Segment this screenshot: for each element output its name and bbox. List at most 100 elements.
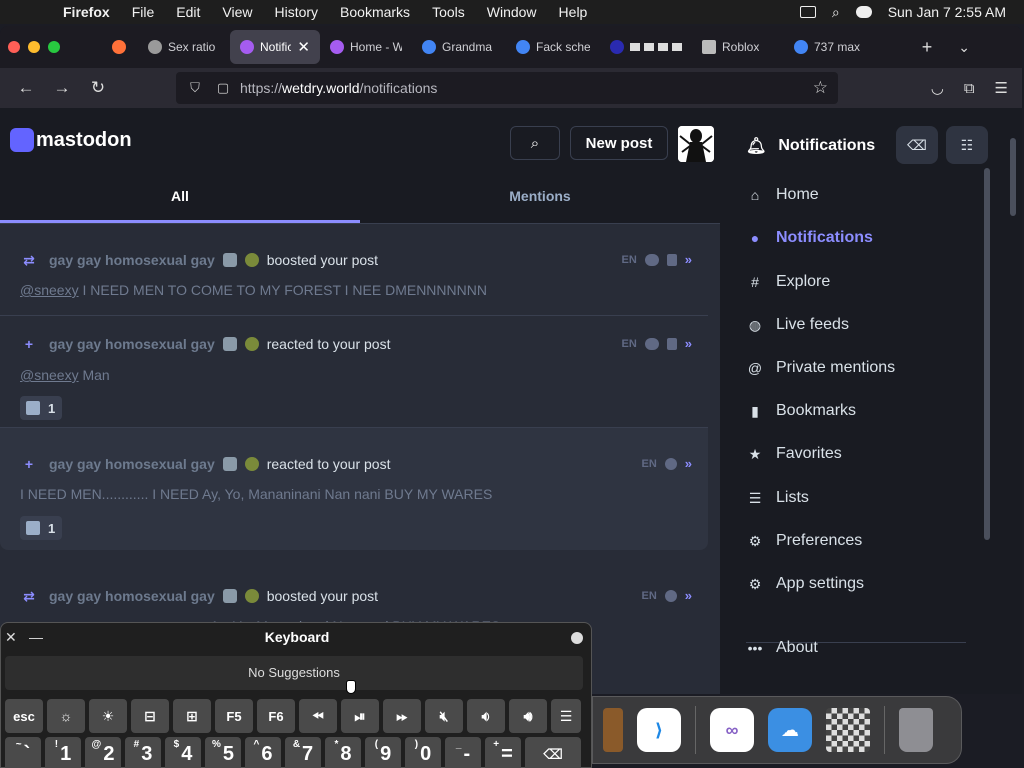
avatar[interactable] <box>678 126 714 162</box>
menu-history[interactable]: History <box>263 4 329 20</box>
notification-account[interactable]: gay gay homosexual gay <box>49 336 215 352</box>
mention-link[interactable]: @sneexy <box>20 367 79 383</box>
key-minus[interactable]: _ - <box>445 737 481 768</box>
key-4[interactable]: $4 <box>165 737 201 768</box>
firefox-view-tab[interactable] <box>100 30 138 64</box>
menubar-clock[interactable]: Sun Jan 7 2:55 AM <box>888 4 1006 20</box>
expand-chevron-icon[interactable]: » <box>685 588 692 603</box>
minimize-window-button[interactable] <box>28 41 40 53</box>
expand-chevron-icon[interactable]: » <box>685 252 692 267</box>
key-6[interactable]: ^ 6 <box>245 737 281 768</box>
list-tabs-icon[interactable]: ⌄ <box>958 39 970 56</box>
key-mute[interactable]: 🔇︎ <box>425 699 463 733</box>
close-window-button[interactable] <box>8 41 20 53</box>
nav-favorites[interactable]: ★ Favorites <box>746 445 842 463</box>
tab-2[interactable]: Home - W <box>320 30 412 64</box>
key-equals[interactable]: + = <box>485 737 521 768</box>
key-list[interactable]: ☰ <box>551 699 581 733</box>
new-tab-icon[interactable]: + <box>922 37 933 58</box>
nav-explore[interactable]: # Explore <box>746 273 830 291</box>
key-f6[interactable]: F6 <box>257 699 295 733</box>
key-brightness-up[interactable]: ☀ <box>89 699 127 733</box>
forward-icon[interactable]: → <box>46 72 78 104</box>
key-9[interactable]: (9 <box>365 737 401 768</box>
key-esc[interactable]: esc <box>5 699 43 733</box>
notification-item[interactable]: ⇄ gay gay homosexual gay boosted your po… <box>0 224 708 316</box>
key-7[interactable]: & 7 <box>285 737 321 768</box>
expand-chevron-icon[interactable]: » <box>685 336 692 351</box>
nav-private-mentions[interactable]: @ Private mentions <box>746 359 895 377</box>
key-volume-down[interactable]: 🔉︎ <box>467 699 505 733</box>
tab-1[interactable]: Notific ✕ <box>230 30 320 64</box>
key-8[interactable]: * 8 <box>325 737 361 768</box>
key-mission-control[interactable]: ⊟ <box>131 699 169 733</box>
key-brightness-down[interactable]: ☼ <box>47 699 85 733</box>
notification-body[interactable]: @sneexy I NEED MEN TO COME TO MY FOREST … <box>20 282 487 298</box>
options-icon[interactable] <box>571 632 583 644</box>
nav-lists[interactable]: ☰ Lists <box>746 489 809 507</box>
menu-edit[interactable]: Edit <box>165 4 211 20</box>
notification-account[interactable]: gay gay homosexual gay <box>49 252 215 268</box>
key-rewind[interactable]: ⏪︎ <box>299 699 337 733</box>
menu-app-name[interactable]: Firefox <box>52 4 121 20</box>
reload-icon[interactable]: ↻ <box>82 72 114 104</box>
tab-all[interactable]: All <box>0 170 360 223</box>
screen-mirror-icon[interactable] <box>799 6 816 18</box>
control-center-icon[interactable] <box>855 6 872 18</box>
nav-bookmarks[interactable]: ▮ Bookmarks <box>746 402 856 420</box>
nav-notifications[interactable]: ● Notifications <box>746 229 873 247</box>
nav-preferences[interactable]: ⚙ Preferences <box>746 532 863 550</box>
url-bar[interactable]: ⛉ ▢ https://wetdry.world/notifications ☆ <box>176 72 838 104</box>
notification-item[interactable]: + gay gay homosexual gay reacted to your… <box>0 428 708 550</box>
reaction-badge[interactable]: 1 <box>20 516 62 540</box>
new-post-button[interactable]: New post <box>570 126 668 160</box>
shield-icon[interactable]: ⛉ <box>184 80 206 96</box>
notification-settings-button[interactable]: ☷ <box>946 126 988 164</box>
vscode-icon[interactable]: ⟩ <box>637 708 681 752</box>
notification-body[interactable]: I NEED MEN............ I NEED Ay, Yo, Ma… <box>20 486 492 502</box>
nav-scrollbar[interactable] <box>984 168 990 540</box>
nav-about[interactable]: ••• About <box>746 639 818 657</box>
nav-app-settings[interactable]: ⚙ App settings <box>746 575 864 593</box>
extensions-icon[interactable]: ⧉ <box>964 80 975 97</box>
notification-item[interactable]: + gay gay homosexual gay reacted to your… <box>0 316 708 428</box>
menu-bookmarks[interactable]: Bookmarks <box>329 4 421 20</box>
notification-body[interactable]: @sneexy Man <box>20 367 110 383</box>
notification-account[interactable]: gay gay homosexual gay <box>49 456 215 472</box>
page-scrollbar[interactable] <box>1010 138 1016 216</box>
close-tab-icon[interactable]: ✕ <box>297 38 310 56</box>
key-delete[interactable]: ⌫ <box>525 737 581 768</box>
tab-4[interactable]: Fack sche <box>506 30 600 64</box>
key-launchpad[interactable]: ⊞ <box>173 699 211 733</box>
key-0[interactable]: ) 0 <box>405 737 441 768</box>
clear-notifications-button[interactable]: ⌫ <box>896 126 938 164</box>
tab-6[interactable]: Roblox <box>692 30 784 64</box>
menu-help[interactable]: Help <box>548 4 599 20</box>
key-volume-up[interactable]: 🔊︎ <box>509 699 547 733</box>
spotlight-icon[interactable]: ⌕ <box>832 4 840 21</box>
tab-5[interactable] <box>600 30 692 64</box>
back-icon[interactable]: ← <box>10 72 42 104</box>
tab-0[interactable]: Sex ratio <box>138 30 230 64</box>
menu-window[interactable]: Window <box>476 4 548 20</box>
visual-studio-icon[interactable]: ∞ <box>710 708 754 752</box>
menu-hamburger-icon[interactable]: ☰ <box>995 79 1008 97</box>
notification-account[interactable]: gay gay homosexual gay <box>49 588 215 604</box>
weather-icon[interactable]: ☁ <box>768 708 812 752</box>
reaction-badge[interactable]: 1 <box>20 396 62 420</box>
guitar-app-icon[interactable] <box>603 708 623 752</box>
chess-icon[interactable] <box>826 708 870 752</box>
menu-tools[interactable]: Tools <box>421 4 476 20</box>
key-3[interactable]: #3 <box>125 737 161 768</box>
key-1[interactable]: ! 1 <box>45 737 81 768</box>
key-5[interactable]: % 5 <box>205 737 241 768</box>
bookmark-star-icon[interactable]: ☆ <box>813 78 828 98</box>
trash-icon[interactable] <box>899 708 933 752</box>
nav-home[interactable]: ⌂ Home <box>746 186 819 204</box>
mastodon-logo[interactable]: mastodon <box>10 128 132 152</box>
key-fast-forward[interactable]: ⏩︎ <box>383 699 421 733</box>
nav-live-feeds[interactable]: ◍ Live feeds <box>746 316 849 334</box>
lock-icon[interactable]: ▢ <box>212 80 234 96</box>
search-button[interactable]: ⌕ <box>510 126 560 160</box>
tab-mentions[interactable]: Mentions <box>360 170 720 223</box>
